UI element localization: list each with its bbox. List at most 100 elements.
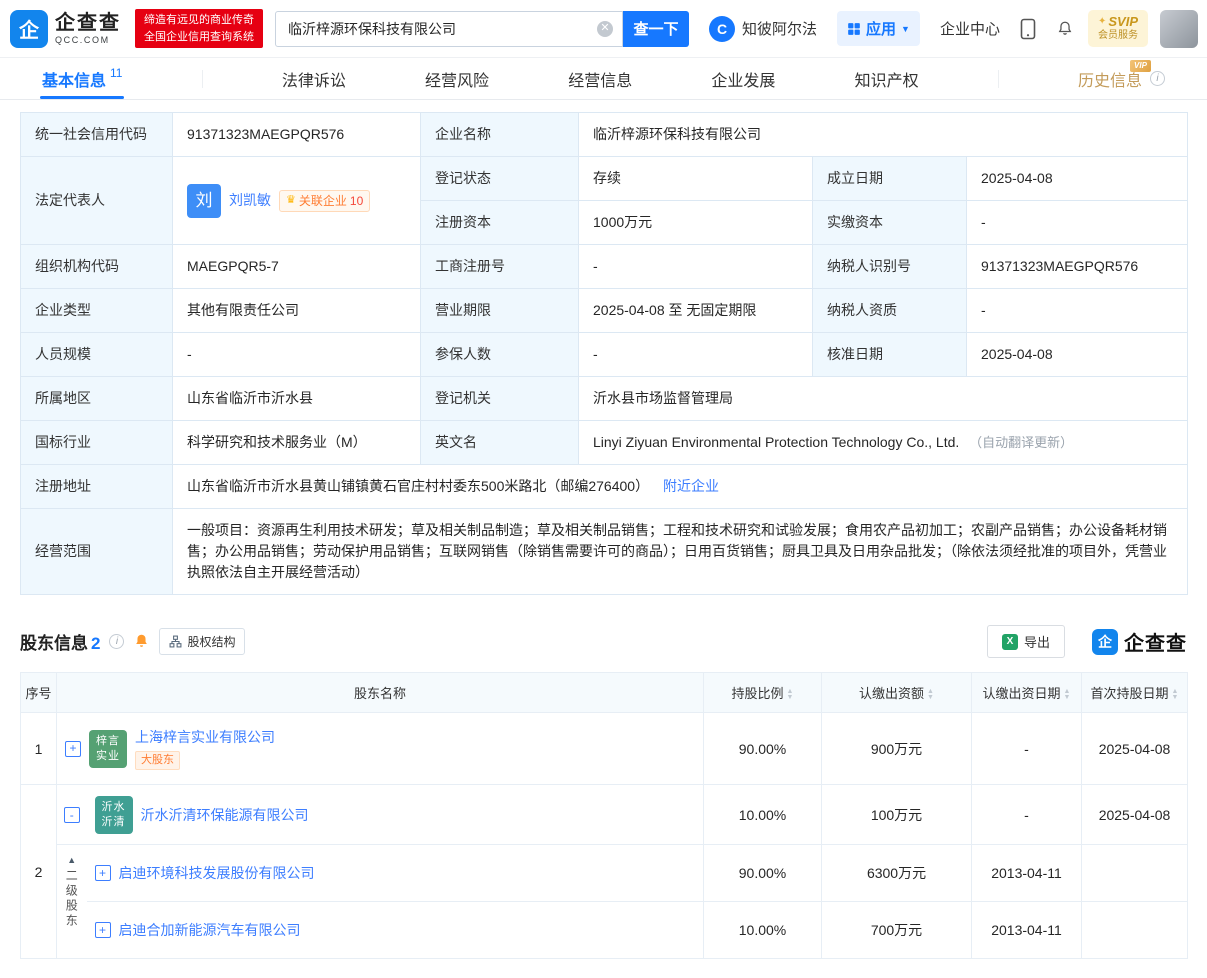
legal-rep-avatar[interactable]: 刘 (187, 183, 221, 218)
field-label: 纳税人资质 (812, 288, 967, 333)
clear-search-icon[interactable]: ✕ (597, 20, 613, 37)
search-button[interactable]: 查一下 (623, 10, 689, 47)
equity-structure-button[interactable]: 股权结构 (159, 628, 246, 655)
major-shareholder-tag: 大股东 (135, 751, 180, 770)
ratio-value: 10.00% (703, 901, 823, 959)
column-header-sub-date[interactable]: 认缴出资日期 ▲ ▼ (971, 672, 1083, 713)
expand-button[interactable]: + (94, 922, 111, 938)
expand-button[interactable]: + (94, 865, 111, 881)
amount-value: 700万元 (821, 901, 973, 959)
main-content: 统一社会信用代码 91371323MAEGPQR576 企业名称 临沂梓源环保科… (0, 112, 1207, 959)
qcc-watermark-icon: 企 (1092, 628, 1118, 655)
field-value: 91371323MAEGPQR576 (172, 112, 421, 157)
column-header-first-date[interactable]: 首次持股日期 ▲ ▼ (1081, 672, 1189, 713)
shareholder-name-link[interactable]: 启迪合加新能源汽车有限公司 (119, 920, 301, 940)
tab-company-development[interactable]: 企业发展 (711, 58, 775, 99)
table-row: 2 - 沂水 沂清 沂水沂清环保能源有限公司 10.00% 100万元 - 20… (20, 784, 1189, 959)
collapse-arrow-icon[interactable]: ▲ (57, 855, 87, 865)
tab-intellectual-property[interactable]: 知识产权 (855, 58, 919, 99)
sort-icon[interactable]: ▲ ▼ (1064, 688, 1071, 701)
shareholder-avatar[interactable]: 梓言 实业 (89, 729, 127, 768)
ratio-value: 10.00% (703, 784, 823, 845)
field-value: 沂水县市场监督管理局 (577, 376, 1189, 421)
tab-operation-risk[interactable]: 经营风险 (425, 58, 489, 99)
field-label: 企业名称 (420, 112, 579, 157)
shareholder-name-cell: 沂水 沂清 沂水沂清环保能源有限公司 (86, 784, 705, 845)
sub-date-value: 2013-04-11 (971, 844, 1083, 902)
sort-icon[interactable]: ▲ ▼ (1172, 688, 1179, 701)
table-row: ▲ 二级股东 + 启迪环境科技发展股份有限公司 90.00% 6300万元 20… (21, 844, 1189, 959)
field-label: 注册资本 (420, 200, 579, 245)
tab-count: 11 (110, 66, 123, 80)
column-header-ratio[interactable]: 持股比例 ▲ ▼ (703, 672, 823, 713)
legal-rep-link[interactable]: 刘凯敏 (229, 190, 271, 211)
field-label: 营业期限 (420, 288, 579, 333)
tab-history-info[interactable]: VIP 历史信息 i (1078, 58, 1165, 99)
table-row: + 启迪合加新能源汽车有限公司 10.00% 700万元 2013-04-11 (21, 901, 1189, 959)
second-level-label: 二级股东 (64, 869, 79, 929)
field-label: 统一社会信用代码 (20, 112, 173, 157)
business-scope: 一般项目：资源再生利用技术研发；草及相关制品制造；草及相关制品销售；工程和技术研… (171, 508, 1189, 595)
field-value: 其他有限责任公司 (172, 288, 421, 333)
expand-button[interactable]: + (65, 740, 81, 757)
shareholder-name-link[interactable]: 沂水沂清环保能源有限公司 (141, 805, 309, 825)
english-name-cell: Linyi Ziyuan Environmental Protection Te… (577, 420, 1189, 465)
column-header-name[interactable]: 股东名称 (55, 672, 705, 713)
svip-membership-badge[interactable]: ✦ SVIP 会员服务 (1087, 10, 1148, 47)
subscribe-bell-icon[interactable] (133, 633, 150, 650)
field-label: 登记机关 (420, 376, 579, 421)
column-header-amount[interactable]: 认缴出资额 ▲ ▼ (821, 672, 973, 713)
tab-legal-litigation[interactable]: 法律诉讼 (282, 58, 346, 99)
table-row: 统一社会信用代码 91371323MAEGPQR576 企业名称 临沂梓源环保科… (20, 112, 1189, 157)
zhibi-alpha-icon: C (709, 15, 735, 42)
shareholder-avatar[interactable]: 沂水 沂清 (94, 795, 133, 834)
export-button[interactable]: X 导出 (986, 625, 1065, 658)
search-box: ✕ 查一下 (275, 10, 689, 47)
shareholder-name-link[interactable]: 上海梓言实业有限公司 (135, 727, 275, 747)
slogan-line1: 缔造有远见的商业传奇 (144, 14, 254, 26)
enterprise-center-link[interactable]: 企业中心 (940, 18, 1000, 39)
tab-basic-info[interactable]: 基本信息 11 (39, 58, 125, 99)
zhibi-alpha-link[interactable]: C 知彼阿尔法 (709, 15, 818, 42)
sub-date-value: - (971, 712, 1083, 785)
sort-icon[interactable]: ▲ ▼ (927, 688, 934, 701)
amount-value: 6300万元 (821, 844, 973, 902)
collapse-cell: - (56, 784, 87, 845)
sort-icon[interactable]: ▲ ▼ (787, 688, 794, 701)
tab-label: 法律诉讼 (281, 72, 346, 90)
tab-label: 基本信息 (42, 72, 107, 90)
info-icon[interactable]: i (109, 634, 125, 649)
notification-bell-icon[interactable] (1056, 20, 1074, 38)
related-companies-badge[interactable]: ♛ 关联企业 10 (279, 189, 371, 212)
tab-operation-info[interactable]: 经营信息 (568, 58, 632, 99)
field-label: 国标行业 (20, 420, 173, 465)
field-label: 核准日期 (812, 332, 967, 377)
qcc-watermark-text: 企查查 (1124, 633, 1187, 655)
mobile-app-icon[interactable] (1020, 18, 1036, 40)
top-bar: 企 企查查 QCC.COM 缔造有远见的商业传奇 全国企业信用查询系统 ✕ 查一… (0, 0, 1207, 58)
related-label: 关联企业 (298, 193, 347, 208)
field-value: - (578, 332, 813, 377)
user-avatar[interactable] (1159, 9, 1198, 48)
field-value: MAEGPQR5-7 (172, 244, 421, 289)
shareholder-name-cell: + 启迪环境科技发展股份有限公司 (86, 844, 705, 902)
collapse-button[interactable]: - (63, 807, 80, 824)
equity-structure-label: 股权结构 (187, 635, 236, 649)
excel-icon: X (1001, 633, 1018, 650)
svip-title: SVIP (1108, 14, 1138, 30)
info-icon: i (1149, 71, 1165, 86)
column-header-seq[interactable]: 序号 (20, 672, 57, 713)
qcc-logo[interactable]: 企 企查查 QCC.COM (10, 9, 121, 48)
shareholder-name-link[interactable]: 启迪环境科技发展股份有限公司 (119, 863, 315, 883)
table-row: 经营范围 一般项目：资源再生利用技术研发；草及相关制品制造；草及相关制品销售；工… (20, 508, 1189, 595)
sub-date-value: - (971, 784, 1083, 845)
auto-translate-note[interactable]: （自动翻译更新） (969, 435, 1073, 450)
search-input[interactable] (275, 10, 623, 47)
shareholders-section-header: 股东信息 2 i 股权结构 X 导出 企 企查查 (20, 625, 1187, 658)
field-label: 参保人数 (420, 332, 579, 377)
brand-domain: QCC.COM (55, 34, 110, 45)
nearby-companies-link[interactable]: 附近企业 (663, 478, 719, 494)
table-row: 1 + 梓言 实业 上海梓言实业有限公司 大股东 90.00% 900万元 - … (20, 712, 1189, 785)
zhibi-alpha-label: 知彼阿尔法 (742, 21, 818, 38)
apps-button[interactable]: 应用 ▼ (837, 11, 920, 46)
